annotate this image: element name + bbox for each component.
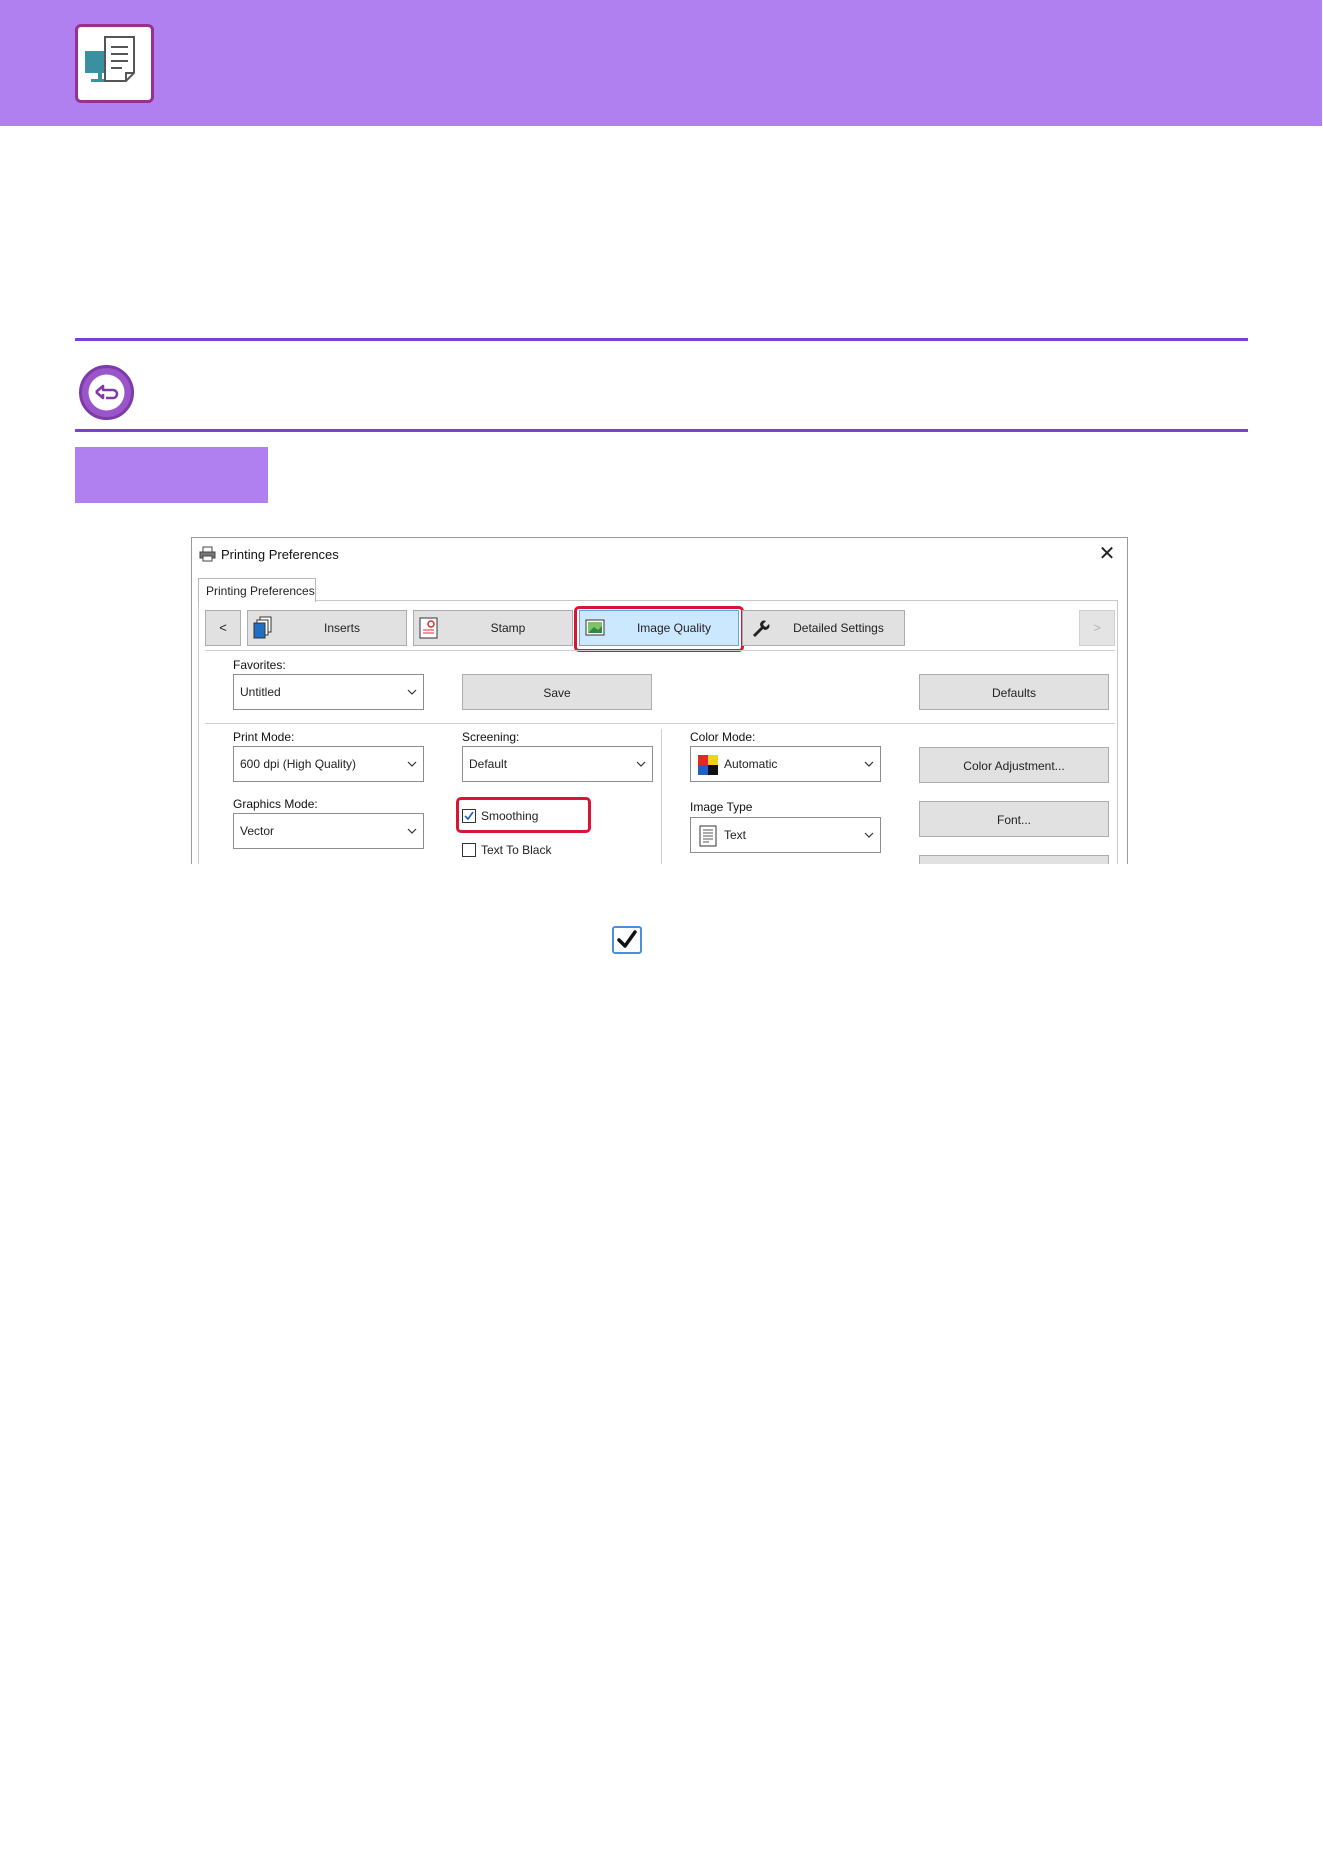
- favorites-value: Untitled: [240, 685, 281, 699]
- favorites-label: Favorites:: [233, 658, 286, 672]
- highlight-smoothing: [456, 797, 591, 833]
- image-type-label: Image Type: [690, 800, 753, 814]
- chevron-down-icon: [864, 832, 874, 838]
- color-mode-value: Automatic: [724, 757, 778, 771]
- ribbon-tab-inserts[interactable]: Inserts: [247, 610, 407, 646]
- chevron-down-icon: [407, 828, 417, 834]
- chevron-down-icon: [864, 761, 874, 767]
- color-adjustment-label: Color Adjustment...: [963, 759, 1065, 773]
- save-button-label: Save: [543, 686, 571, 700]
- favorites-select[interactable]: Untitled: [233, 674, 424, 710]
- image-type-value: Text: [724, 828, 747, 842]
- screening-select[interactable]: Default: [462, 746, 653, 782]
- dialog-titlebar: Printing Preferences ✕: [192, 538, 1127, 571]
- color-mode-icon: [697, 754, 719, 776]
- ribbon-next-button[interactable]: >: [1079, 610, 1115, 646]
- divider-top: [75, 338, 1248, 341]
- ribbon-prev-button[interactable]: <: [205, 610, 241, 646]
- checkbox-checked-icon: [612, 926, 642, 954]
- ribbon-tab-stamp[interactable]: Stamp: [413, 610, 573, 646]
- column-divider: [661, 729, 662, 864]
- graphics-mode-select[interactable]: Vector: [233, 813, 424, 849]
- color-adjustment-button[interactable]: Color Adjustment...: [919, 747, 1109, 783]
- document-monitor-icon: [75, 24, 154, 103]
- image-type-select[interactable]: Text: [690, 817, 881, 853]
- chevron-down-icon: [407, 689, 417, 695]
- color-mode-select[interactable]: Automatic: [690, 746, 881, 782]
- font-button-label: Font...: [996, 813, 1031, 827]
- print-mode-value: 600 dpi (High Quality): [240, 757, 357, 771]
- printing-preferences-dialog: Printing Preferences ✕ Printing Preferen…: [191, 537, 1128, 864]
- close-icon[interactable]: ✕: [1095, 542, 1119, 566]
- back-arrow-icon[interactable]: [79, 365, 134, 420]
- section-heading-block: [75, 447, 268, 503]
- checkbox-unchecked-icon: [462, 843, 476, 857]
- graphics-mode-label: Graphics Mode:: [233, 797, 318, 811]
- print-mode-label: Print Mode:: [233, 730, 295, 744]
- defaults-button[interactable]: Defaults: [919, 674, 1109, 710]
- ribbon-separator: [205, 650, 1115, 651]
- tab-printing-preferences[interactable]: Printing Preferences: [198, 578, 316, 602]
- dialog-title: Printing Preferences: [221, 547, 339, 562]
- favorites-separator: [205, 723, 1115, 724]
- ribbon-tab-label: Stamp: [490, 621, 526, 635]
- chevron-down-icon: [407, 761, 417, 767]
- print-mode-select[interactable]: 600 dpi (High Quality): [233, 746, 424, 782]
- text-to-black-label: Text To Black: [481, 843, 552, 857]
- ribbon-tab-detailed-settings-face[interactable]: Detailed Settings: [742, 610, 905, 646]
- image-type-icon: [697, 825, 719, 847]
- printer-icon: [199, 546, 216, 565]
- divider-bottom: [75, 429, 1248, 432]
- defaults-button-label: Defaults: [991, 686, 1037, 700]
- save-button[interactable]: Save: [462, 674, 652, 710]
- screening-value: Default: [469, 757, 508, 771]
- chevron-down-icon: [636, 761, 646, 767]
- graphics-mode-value: Vector: [240, 824, 275, 838]
- color-mode-label: Color Mode:: [690, 730, 756, 744]
- header-band: [0, 0, 1322, 126]
- highlight-image-quality: [574, 606, 744, 652]
- font-button[interactable]: Font...: [919, 801, 1109, 837]
- ribbon-tab-label: Inserts: [323, 621, 360, 635]
- ribbon-tab-label: Detailed Settings: [793, 621, 884, 635]
- screening-label: Screening:: [462, 730, 520, 744]
- cut-off-button[interactable]: [919, 855, 1109, 864]
